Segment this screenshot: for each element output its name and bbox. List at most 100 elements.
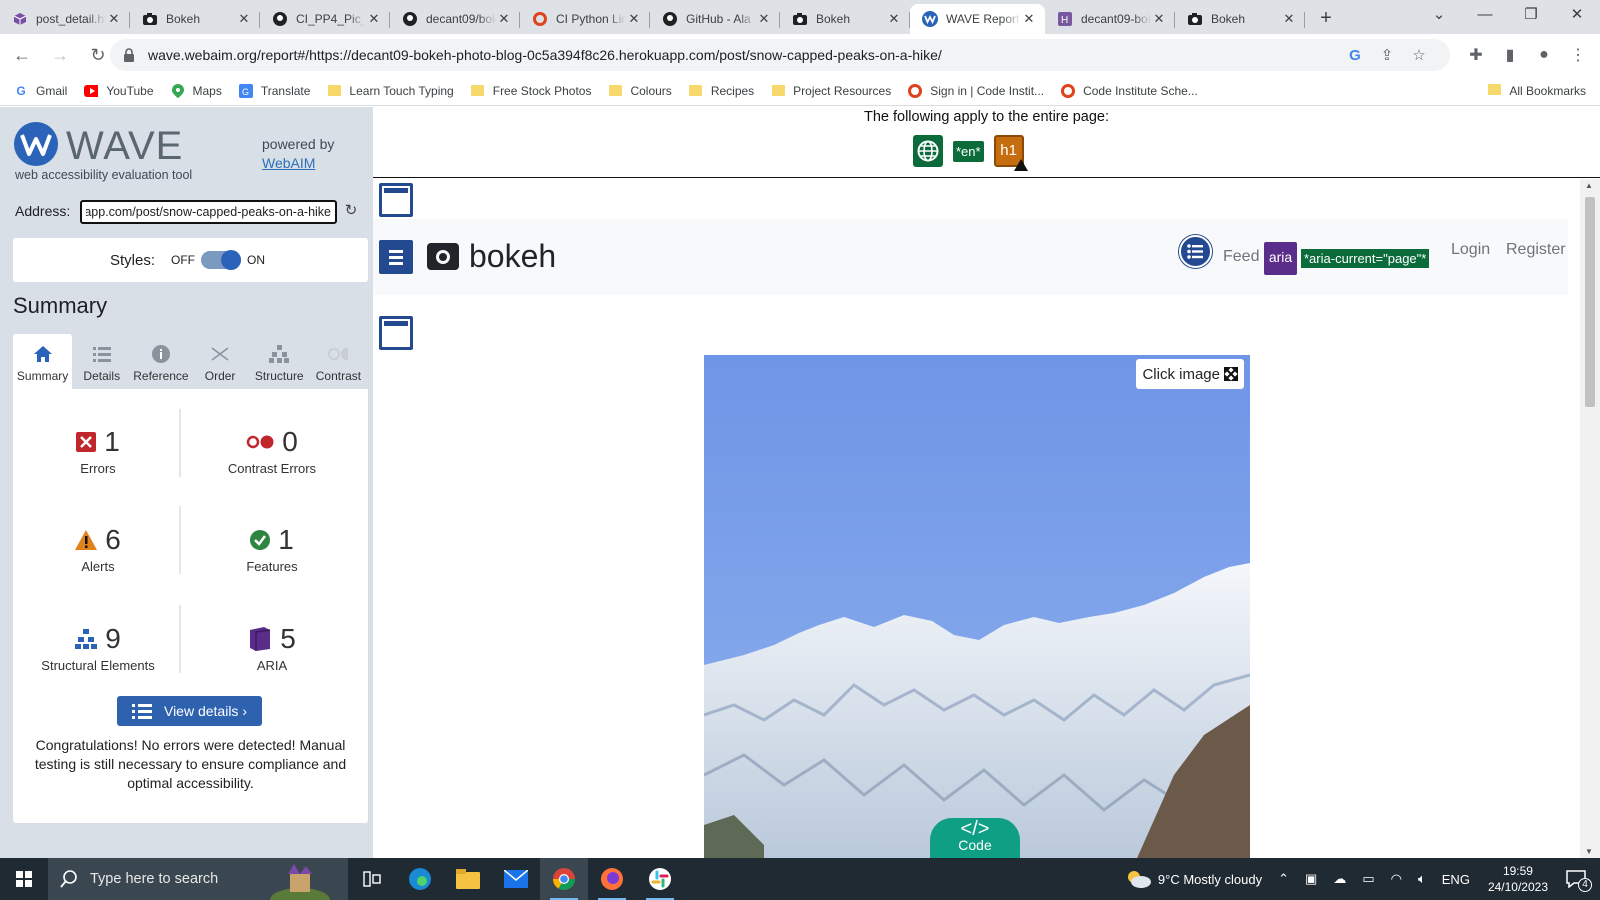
tab-post-detail[interactable]: post_detail.html ✕ [0, 4, 130, 34]
task-view-button[interactable] [348, 858, 396, 900]
google-lens-icon[interactable]: G [1344, 44, 1366, 66]
bookmark-maps[interactable]: Maps [171, 83, 222, 98]
close-icon[interactable]: ✕ [626, 11, 642, 27]
notifications-button[interactable]: 4 [1566, 870, 1592, 892]
tab-reference[interactable]: Reference [131, 334, 190, 389]
clock[interactable]: 19:59 24/10/2023 [1488, 863, 1548, 895]
restore-button[interactable]: ❐ [1508, 0, 1554, 30]
back-button[interactable]: ← [6, 39, 38, 71]
bookmark-colours[interactable]: Colours [608, 84, 672, 98]
nav-feed-link[interactable]: Feed [1223, 248, 1259, 266]
h1-alert-icon[interactable]: h1 [993, 135, 1028, 171]
wifi-icon[interactable]: ◠ [1391, 871, 1402, 887]
forward-button[interactable]: → [44, 39, 76, 71]
all-bookmarks[interactable]: All Bookmarks [1488, 84, 1586, 98]
tab-structure[interactable]: Structure [250, 334, 309, 389]
tab-order[interactable]: Order [191, 334, 250, 389]
close-icon[interactable]: ✕ [366, 11, 382, 27]
refresh-icon[interactable]: ↻ [343, 202, 359, 220]
stat-contrast-errors[interactable]: 0 Contrast Errors [187, 425, 357, 476]
close-icon[interactable]: ✕ [1151, 11, 1167, 27]
file-explorer-app[interactable] [444, 858, 492, 900]
close-icon[interactable]: ✕ [1021, 11, 1037, 27]
slack-app[interactable] [636, 858, 684, 900]
chrome-app[interactable] [540, 858, 588, 900]
close-icon[interactable]: ✕ [886, 11, 902, 27]
tab-details[interactable]: Details [72, 334, 131, 389]
bookmark-star-icon[interactable]: ☆ [1408, 44, 1430, 66]
stat-alerts[interactable]: 6 Alerts [13, 523, 183, 574]
tab-ci-pp4[interactable]: CI_PP4_Pic_Life ✕ [260, 4, 390, 34]
list-structure-icon[interactable] [1179, 235, 1212, 268]
click-image-button[interactable]: Click image [1136, 359, 1244, 389]
navigation-structure-icon[interactable] [379, 240, 413, 274]
nav-login-link[interactable]: Login [1451, 241, 1490, 259]
bookmark-typing[interactable]: Learn Touch Typing [327, 84, 454, 98]
close-icon[interactable]: ✕ [1281, 11, 1297, 27]
tab-contrast[interactable]: Contrast [309, 334, 368, 389]
tab-summary[interactable]: Summary [13, 334, 73, 389]
close-icon[interactable]: ✕ [236, 11, 252, 27]
scroll-up-icon[interactable]: ▲ [1585, 181, 1593, 190]
language-badge[interactable]: *en* [953, 140, 984, 162]
nav-register-link[interactable]: Register [1506, 241, 1566, 259]
code-toggle-button[interactable]: </> Code [930, 818, 1020, 858]
vertical-scrollbar[interactable]: ▲ ▼ [1580, 179, 1600, 858]
aria-current-badge[interactable]: *aria-current="page"* [1301, 249, 1430, 268]
aria-icon[interactable]: aria [1264, 242, 1297, 275]
tab-bokeh-3[interactable]: Bokeh ✕ [1175, 4, 1305, 34]
onedrive-icon[interactable]: ☁ [1333, 871, 1346, 887]
tab-github-ala[interactable]: GitHub - Ala ✕ [650, 4, 780, 34]
side-panel-icon[interactable]: ▮ [1496, 39, 1524, 71]
scroll-down-icon[interactable]: ▼ [1585, 847, 1593, 856]
bookmark-youtube[interactable]: YouTube [84, 84, 154, 98]
tab-decant09[interactable]: decant09/bokeh ✕ [390, 4, 520, 34]
new-tab-button[interactable]: + [1311, 4, 1341, 34]
webaim-link[interactable]: WebAIM [262, 155, 315, 171]
taskbar-search[interactable]: Type here to search [48, 858, 348, 900]
bookmark-project-resources[interactable]: Project Resources [771, 84, 891, 98]
extensions-icon[interactable]: ✚ [1462, 39, 1490, 71]
stat-features[interactable]: 1 Features [187, 523, 357, 574]
post-photo[interactable]: Click image [704, 355, 1250, 858]
styles-toggle[interactable] [201, 250, 241, 270]
minimize-button[interactable]: — [1462, 0, 1508, 30]
stat-structural[interactable]: 9 Structural Elements [13, 622, 183, 673]
site-brand[interactable]: bokeh [427, 238, 556, 275]
header-structure-icon[interactable] [379, 183, 413, 217]
volume-icon[interactable]: 🔈︎ [1418, 871, 1426, 887]
language-globe-icon[interactable] [913, 135, 943, 167]
view-details-button[interactable]: View details › [117, 696, 262, 726]
battery-icon[interactable]: ▭ [1362, 871, 1374, 887]
weather-widget[interactable]: 9°C Mostly cloudy [1124, 869, 1262, 889]
bookmark-stock-photos[interactable]: Free Stock Photos [471, 84, 591, 98]
chevron-up-icon[interactable]: ⌃ [1278, 871, 1289, 887]
start-button[interactable] [0, 858, 48, 900]
stat-aria[interactable]: 5 ARIA [187, 622, 357, 673]
tab-bokeh-1[interactable]: Bokeh ✕ [130, 4, 260, 34]
tab-heroku[interactable]: H decant09-bokeh ✕ [1045, 4, 1175, 34]
stat-errors[interactable]: 1 Errors [13, 425, 183, 476]
menu-kebab-icon[interactable]: ⋮ [1564, 39, 1592, 71]
scrollbar-thumb[interactable] [1585, 197, 1595, 407]
mail-app[interactable] [492, 858, 540, 900]
language-indicator[interactable]: ENG [1442, 872, 1470, 887]
firefox-app[interactable] [588, 858, 636, 900]
bookmark-recipes[interactable]: Recipes [689, 84, 754, 98]
share-icon[interactable]: ⇪ [1376, 44, 1398, 66]
bookmark-ci-signin[interactable]: Sign in | Code Instit... [908, 83, 1044, 98]
edge-app[interactable] [396, 858, 444, 900]
tab-ci-linter[interactable]: CI Python Linter ✕ [520, 4, 650, 34]
address-input[interactable] [80, 200, 337, 224]
close-icon[interactable]: ✕ [496, 11, 512, 27]
tab-bokeh-2[interactable]: Bokeh ✕ [780, 4, 910, 34]
tab-wave-report[interactable]: WAVE Report ✕ [910, 4, 1045, 34]
tab-search-chevron-icon[interactable]: ⌄ [1416, 0, 1462, 30]
close-window-button[interactable]: ✕ [1554, 0, 1600, 30]
bookmark-ci-schedule[interactable]: Code Institute Sche... [1061, 83, 1198, 98]
close-icon[interactable]: ✕ [106, 11, 122, 27]
profile-avatar-icon[interactable]: ● [1530, 39, 1558, 71]
main-structure-icon[interactable] [379, 316, 413, 350]
close-icon[interactable]: ✕ [756, 11, 772, 27]
site-info-icon[interactable] [122, 48, 136, 62]
